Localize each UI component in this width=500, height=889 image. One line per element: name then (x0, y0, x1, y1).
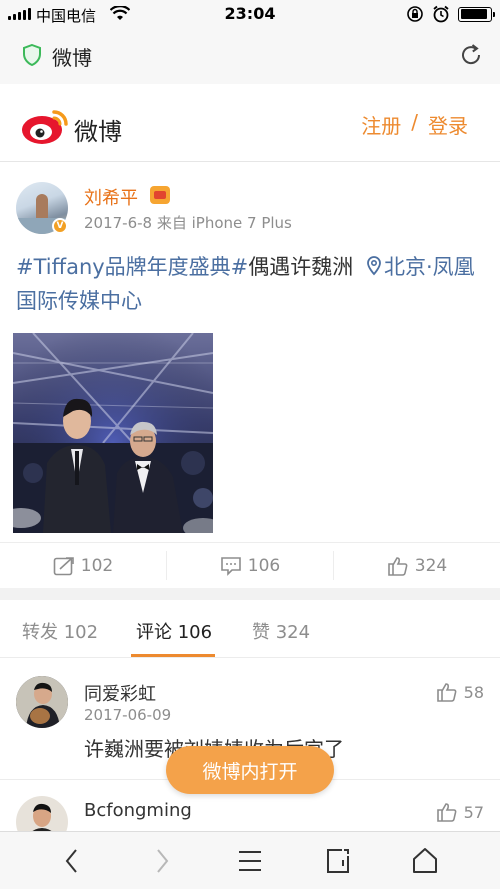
open-in-weibo-button[interactable]: 微博内打开 (166, 746, 334, 794)
comment-time: 2017-06-09 (84, 706, 172, 724)
comment-like-count: 58 (463, 682, 484, 702)
post-actions: 102 106 324 (0, 542, 500, 588)
comment-like-button[interactable]: 57 (436, 802, 484, 822)
battery-icon (458, 6, 495, 22)
reload-icon[interactable] (458, 42, 484, 68)
vip-badge-icon (150, 186, 170, 204)
browser-toolbar (0, 831, 500, 889)
alarm-icon (433, 5, 449, 23)
post-text: #Tiffany品牌年度盛典#偶遇许魏洲 北京·凤凰国际传媒中心 (16, 250, 486, 318)
section-gap (0, 588, 500, 600)
forward-icon[interactable] (152, 846, 172, 876)
location-pin-icon (367, 256, 381, 276)
like-button[interactable]: 324 (334, 551, 500, 580)
comment-count: 106 (247, 555, 281, 576)
register-link[interactable]: 注册 (361, 110, 401, 139)
shield-icon (23, 44, 41, 66)
repost-button[interactable]: 102 (0, 551, 167, 580)
repost-count: 102 (80, 555, 114, 576)
weibo-logo-icon[interactable] (20, 104, 72, 146)
author-name[interactable]: 刘希平 (84, 184, 138, 210)
repost-icon (53, 556, 74, 575)
thumbs-up-icon (436, 683, 457, 702)
commenter-avatar[interactable] (16, 676, 68, 728)
tabs-icon[interactable] (324, 846, 352, 876)
browser-header: 微博 (0, 28, 500, 84)
tab-comments[interactable]: 评论 106 (136, 618, 212, 644)
like-count: 324 (414, 555, 448, 576)
post-photo[interactable] (13, 333, 213, 533)
comment-icon (220, 556, 241, 576)
home-icon[interactable] (410, 846, 440, 876)
weibo-logo-text: 微博 (74, 118, 122, 146)
post-meta: 2017-6-8 来自 iPhone 7 Plus (84, 214, 292, 232)
thumbs-up-icon (436, 803, 457, 822)
commenter-name[interactable]: Bcfongming (84, 800, 192, 821)
auth-separator: / (411, 110, 418, 134)
verified-badge-icon: V (52, 218, 68, 234)
comment-like-count: 57 (463, 802, 484, 822)
commenter-name[interactable]: 同爱彩虹 (84, 680, 156, 706)
comment-button[interactable]: 106 (167, 551, 334, 580)
post-hashtag[interactable]: #Tiffany品牌年度盛典# (16, 255, 248, 279)
status-bar: 中国电信 23:04 (0, 0, 500, 28)
thumbs-up-icon (387, 556, 408, 576)
tab-reposts[interactable]: 转发 102 (22, 618, 98, 644)
menu-icon[interactable] (236, 846, 264, 876)
browser-page-title: 微博 (52, 46, 92, 70)
weibo-header: 微博 注册 / 登录 (0, 84, 500, 162)
login-link[interactable]: 登录 (428, 110, 468, 139)
tab-likes[interactable]: 赞 324 (252, 618, 310, 644)
comment-tabs: 转发 102 评论 106 赞 324 (0, 600, 500, 658)
active-tab-indicator (131, 654, 215, 657)
post-body: 偶遇许魏洲 (248, 255, 354, 279)
back-icon[interactable] (62, 846, 82, 876)
rotation-lock-icon (407, 6, 423, 22)
comment-like-button[interactable]: 58 (436, 682, 484, 702)
